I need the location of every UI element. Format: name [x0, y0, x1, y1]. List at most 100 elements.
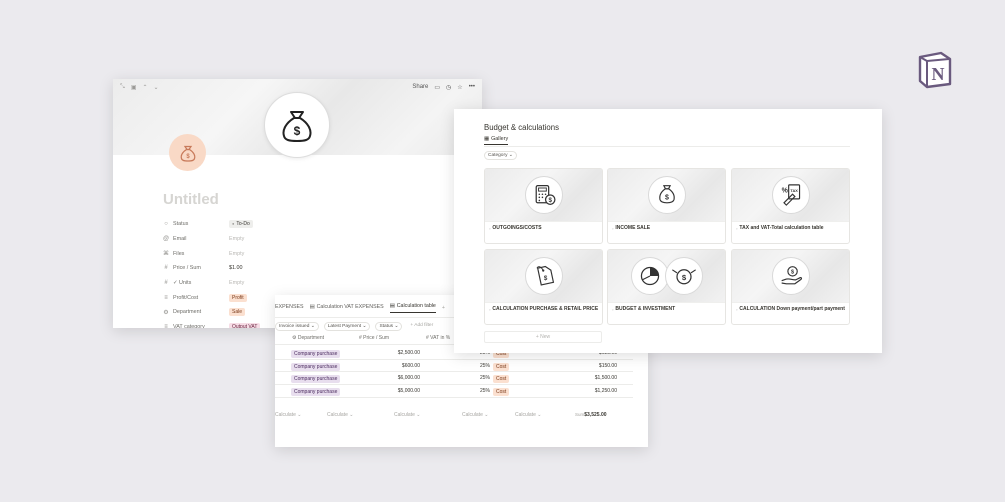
email-icon: @ — [163, 236, 170, 243]
price-tag-icon: $ — [524, 257, 563, 295]
page-title[interactable]: Untitled — [163, 191, 219, 208]
type-cell[interactable]: Cost — [493, 375, 510, 384]
page-icon: ▫ — [489, 306, 491, 312]
column-header-department[interactable]: ⚙ Department — [292, 335, 324, 341]
comment-icon[interactable]: ▭ — [434, 84, 440, 91]
card-category: Income — [612, 235, 630, 243]
card-cover: $ — [732, 250, 849, 303]
history-icon[interactable]: ◷ — [446, 84, 451, 91]
new-button[interactable]: + New — [484, 331, 602, 343]
property-value[interactable]: Empty — [229, 280, 244, 286]
table-row[interactable]: Company purchase $5,000.00 25% Cost $1,250.0… — [275, 385, 633, 398]
gallery-card[interactable]: TAX% ▫ TAX and VAT-Total calculation table… — [731, 168, 850, 244]
property-row[interactable]: # ✓ Units Empty — [163, 276, 463, 291]
property-value[interactable]: Sale — [229, 308, 246, 317]
price-cell[interactable]: $6,000.00 — [392, 375, 420, 381]
column-header-price[interactable]: # Price / Sum — [359, 335, 389, 341]
sum-total[interactable]: Sum $3,525.00 — [575, 412, 607, 418]
property-row[interactable]: ○ Status To-Do — [163, 217, 463, 232]
star-icon[interactable]: ☆ — [457, 84, 462, 91]
card-title-text: TAX and VAT-Total calculation table — [739, 225, 824, 231]
calculate-button[interactable]: Calculate ⌄ — [394, 412, 420, 418]
type-tag: Cost — [493, 375, 510, 384]
gallery-card[interactable]: $ ▫CALCULATION PURCHASE & RETAIL PRICE Pur… — [484, 249, 603, 325]
filter-chip[interactable]: Status ⌄ — [375, 322, 403, 331]
pie-chart-icon — [630, 257, 669, 295]
property-label: VAT category — [173, 324, 205, 328]
department-cell[interactable]: Company purchase — [291, 375, 341, 384]
department-tag: Company purchase — [291, 350, 341, 358]
status-icon: ○ — [164, 221, 168, 228]
sidebar-icon[interactable]: ▣ — [131, 84, 137, 91]
add-view-button[interactable]: + — [442, 305, 445, 311]
property-value[interactable]: Profit — [229, 293, 247, 302]
view-tabs: EXPENSES ▤ Calculation VAT EXPENSES ▤ Calcul… — [275, 303, 445, 313]
filter-chip[interactable]: Invoice issued ⌄ — [275, 322, 319, 331]
table-row[interactable]: Company purchase $6,000.00 25% Cost $1,500.0… — [275, 372, 633, 386]
amount-cell[interactable]: $1,250.00 — [577, 388, 617, 394]
gallery-card[interactable]: $ ▫BUDGET & INVESTMENT Budget & Investment — [607, 249, 726, 325]
table-icon: ▤ — [309, 303, 315, 310]
property-value[interactable]: Empty — [229, 251, 244, 257]
share-button[interactable]: Share — [412, 84, 428, 90]
tab-gallery[interactable]: ▦ Gallery — [484, 136, 509, 145]
amount-cell[interactable]: $150.00 — [577, 363, 617, 369]
gallery-card[interactable]: $ ▫OUTGOINGS/COSTS Costs — [484, 168, 603, 244]
money-bag-icon: $ — [647, 176, 686, 214]
tab-label: Calculation table — [396, 303, 436, 309]
tab-calculation-table[interactable]: ▤ Calculation table — [389, 303, 436, 313]
svg-text:$: $ — [294, 124, 301, 138]
calculate-button[interactable]: Calculate ⌄ — [327, 412, 353, 418]
add-filter-button[interactable]: + Add filter — [407, 322, 436, 331]
category-filter[interactable]: Category ⌄ — [484, 151, 517, 160]
property-row[interactable]: @ Email Empty — [163, 232, 463, 247]
svg-text:TAX: TAX — [790, 188, 798, 193]
database-title[interactable]: Budget & calculations — [484, 123, 559, 132]
expand-icon[interactable]: ⤡ — [120, 84, 125, 91]
filter-chip[interactable]: Latest Payment ⌄ — [323, 322, 371, 331]
svg-text:$: $ — [543, 275, 547, 282]
department-cell[interactable]: Company purchase — [291, 362, 341, 371]
calculate-button[interactable]: Calculate ⌄ — [515, 412, 541, 418]
property-value[interactable]: $1.00 — [229, 265, 243, 271]
column-header-vat[interactable]: # VAT in % — [426, 335, 450, 341]
tab-calculation-vat-expenses[interactable]: ▤ Calculation VAT EXPENSES — [310, 304, 384, 313]
chevron-up-icon[interactable]: ⌃ — [142, 84, 147, 91]
amount-cell[interactable]: $1,500.00 — [577, 375, 617, 381]
svg-text:N: N — [932, 64, 945, 84]
calculate-button[interactable]: Calculate ⌄ — [275, 412, 301, 418]
card-category: Costs — [489, 235, 504, 243]
card-title: ▫ TAX and VAT-Total calculation table — [736, 225, 824, 231]
chevron-down-icon[interactable]: ⌄ — [154, 84, 159, 91]
department-cell[interactable]: Company purchase — [291, 350, 341, 358]
type-cell[interactable]: Cost — [493, 388, 510, 397]
select-icon: ≡ — [164, 294, 168, 301]
more-icon[interactable]: ••• — [469, 84, 475, 90]
card-category: Tax & VAT — [736, 235, 760, 243]
department-cell[interactable]: Company purchase — [291, 388, 341, 397]
property-name: # Price / Sum — [163, 265, 229, 271]
property-value[interactable]: To-Do — [229, 220, 253, 229]
calculate-button[interactable]: Calculate ⌄ — [462, 412, 488, 418]
price-cell[interactable]: $2,500.00 — [392, 350, 420, 356]
vat-cell[interactable]: 25% — [480, 363, 490, 369]
property-value[interactable]: Empty — [229, 236, 244, 242]
property-value[interactable]: Output VAT — [229, 323, 261, 328]
gallery-card[interactable]: $ ▫CALCULATION Down payment/part payment D… — [731, 249, 850, 325]
price-cell[interactable]: $5,000.00 — [392, 388, 420, 394]
price-cell[interactable]: $600.00 — [392, 363, 420, 369]
table-row[interactable]: Company purchase $600.00 25% Cost $150.00 — [275, 360, 633, 373]
vat-cell[interactable]: 25% — [480, 375, 490, 381]
property-row[interactable]: # Price / Sum $1.00 — [163, 261, 463, 276]
card-cover: $ — [485, 250, 602, 303]
gallery-card[interactable]: $ ▫INCOME SALE Income — [607, 168, 726, 244]
type-cell[interactable]: Cost — [493, 362, 510, 371]
card-title: ▫ CALCULATION Down payment/part payment — [736, 306, 845, 312]
page-window: ⤡ ▣ ⌃ ⌄ Share ▭ ◷ ☆ ••• $ $ Untitled ○ St… — [113, 79, 482, 328]
department-icon: ⚙ — [163, 309, 169, 316]
vat-cell[interactable]: 25% — [480, 388, 490, 394]
property-row[interactable]: ⌘ Files Empty — [163, 246, 463, 261]
property-label: Price / Sum — [173, 265, 201, 272]
page-money-bag-icon[interactable]: $ — [169, 134, 206, 171]
tab-expenses[interactable]: EXPENSES — [275, 304, 304, 313]
